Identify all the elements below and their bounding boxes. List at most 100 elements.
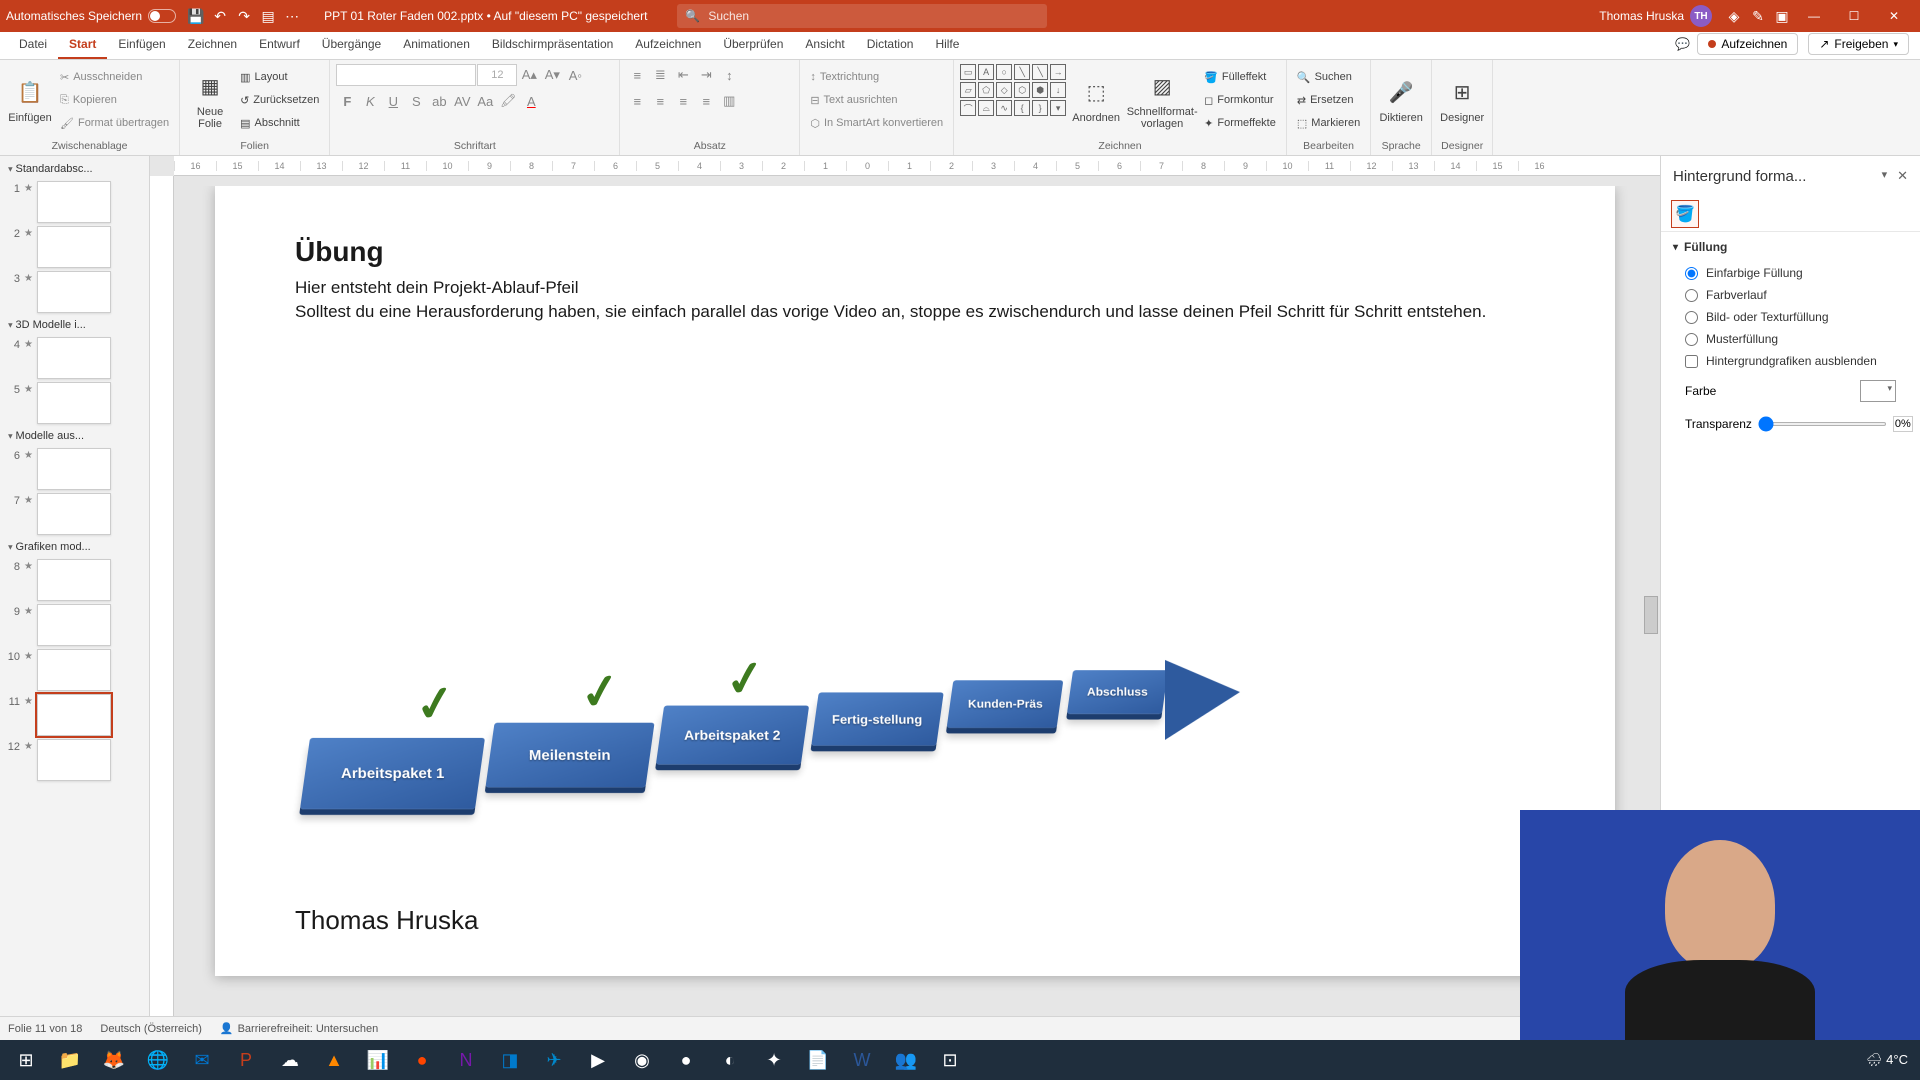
opt-hide-graphics[interactable]: Hintergrundgrafiken ausblenden [1661,350,1920,372]
language-status[interactable]: Deutsch (Österreich) [100,1023,201,1035]
vscode-icon[interactable]: ◨ [488,1040,532,1080]
app-icon[interactable]: 📄 [796,1040,840,1080]
quick-styles-button[interactable]: ▨Schnellformat-vorlagen [1126,64,1198,136]
fill-tab-icon[interactable]: 🪣 [1671,200,1699,228]
tab-einfuegen[interactable]: Einfügen [107,31,176,59]
section-header[interactable]: Grafiken mod... [2,538,147,556]
obs-icon[interactable]: ◉ [620,1040,664,1080]
justify-button[interactable]: ≡ [695,90,717,112]
record-button[interactable]: Aufzeichnen [1697,33,1798,55]
accessibility-status[interactable]: 👤Barrierefreiheit: Untersuchen [220,1022,378,1035]
color-picker[interactable] [1860,380,1896,402]
align-right-button[interactable]: ≡ [672,90,694,112]
bullets-button[interactable]: ≡ [626,64,648,86]
pane-close-icon[interactable]: ✕ [1897,168,1908,184]
case-button[interactable]: Aa [474,90,496,112]
arrange-button[interactable]: ⬚Anordnen [1068,64,1124,136]
present-icon[interactable]: ▤ [257,5,279,27]
maximize-button[interactable]: ☐ [1834,0,1874,32]
document-title[interactable]: PPT 01 Roter Faden 002.pptx • Auf "diese… [324,9,647,23]
pen-icon[interactable]: ✎ [1747,5,1769,27]
start-button[interactable]: ⊞ [4,1040,48,1080]
slide-canvas[interactable]: Übung Hier entsteht dein Projekt-Ablauf-… [215,186,1615,976]
shrink-font-icon[interactable]: A▾ [541,64,563,86]
thumb-11[interactable]: 11★ [6,694,143,736]
font-family-select[interactable] [336,64,476,86]
slide-title[interactable]: Übung [295,236,1535,268]
clear-format-icon[interactable]: A◦ [564,64,586,86]
bold-button[interactable]: F [336,90,358,112]
shape-fill-button[interactable]: 🪣Fülleffekt [1200,66,1280,88]
section-header[interactable]: 3D Modelle i... [2,316,147,334]
align-left-button[interactable]: ≡ [626,90,648,112]
app-icon[interactable]: ☁ [268,1040,312,1080]
italic-button[interactable]: K [359,90,381,112]
thumb-8[interactable]: 8★ [6,559,143,601]
shadow-button[interactable]: ab [428,90,450,112]
thumb-2[interactable]: 2★ [6,226,143,268]
paste-button[interactable]: 📋Einfügen [6,64,54,136]
toggle-switch[interactable] [148,9,176,23]
select-button[interactable]: ⬚Markieren [1293,112,1364,134]
tab-ueberpruefen[interactable]: Überprüfen [712,31,794,59]
new-slide-button[interactable]: ▦Neue Folie [186,64,234,136]
teams-icon[interactable]: 👥 [884,1040,928,1080]
scrollbar-vertical[interactable] [1644,596,1658,634]
autosave-toggle[interactable]: Automatisches Speichern [6,9,176,23]
vlc-icon[interactable]: ▲ [312,1040,356,1080]
weather-widget[interactable]: 🌧 4°C [1866,1052,1908,1068]
find-button[interactable]: 🔍Suchen [1293,66,1364,88]
section-header[interactable]: Standardabsc... [2,160,147,178]
app-icon[interactable]: 📊 [356,1040,400,1080]
line-spacing-button[interactable]: ↕ [718,64,740,86]
opt-pattern[interactable]: Musterfüllung [1661,328,1920,350]
slide-text-2[interactable]: Solltest du eine Herausforderung haben, … [295,300,1535,324]
slide-thumbnails[interactable]: Standardabsc... 1★ 2★ 3★ 3D Modelle i...… [0,156,150,1056]
outlook-icon[interactable]: ✉ [180,1040,224,1080]
thumb-6[interactable]: 6★ [6,448,143,490]
tab-animationen[interactable]: Animationen [392,31,481,59]
thumb-9[interactable]: 9★ [6,604,143,646]
tab-start[interactable]: Start [58,31,107,59]
slide-author[interactable]: Thomas Hruska [295,905,479,936]
redo-icon[interactable]: ↷ [233,5,255,27]
spacing-button[interactable]: AV [451,90,473,112]
shape-effects-button[interactable]: ✦Formeffekte [1200,112,1280,134]
undo-icon[interactable]: ↶ [209,5,231,27]
grow-font-icon[interactable]: A▴ [518,64,540,86]
diamond-icon[interactable]: ◈ [1723,5,1745,27]
app-icon[interactable]: ◐ [708,1040,752,1080]
section-button[interactable]: ▤Abschnitt [236,112,323,134]
telegram-icon[interactable]: ✈ [532,1040,576,1080]
shapes-gallery[interactable]: ▭A○╲╲→ ▱⬠◇⬡⬢↓ ⌒⌓∿{}▾ [960,64,1066,116]
numbering-button[interactable]: ≣ [649,64,671,86]
font-size-select[interactable]: 12 [477,64,517,86]
tab-hilfe[interactable]: Hilfe [924,31,970,59]
section-header[interactable]: Modelle aus... [2,427,147,445]
smartart-button[interactable]: ⬡In SmartArt konvertieren [806,112,947,134]
tab-aufzeichnen[interactable]: Aufzeichnen [624,31,712,59]
search-box[interactable]: 🔍 [677,4,1047,28]
app-icon[interactable]: ● [664,1040,708,1080]
fill-section-header[interactable]: Füllung [1661,232,1920,262]
search-input[interactable] [708,9,1039,23]
align-text-button[interactable]: ⊟Text ausrichten [806,89,947,111]
tab-dictation[interactable]: Dictation [856,31,925,59]
pane-options-icon[interactable]: ▾ [1882,168,1888,184]
reset-button[interactable]: ↺Zurücksetzen [236,89,323,111]
tab-entwurf[interactable]: Entwurf [248,31,311,59]
word-icon[interactable]: W [840,1040,884,1080]
slide-editor[interactable]: 1615141312111098765432101234567891011121… [150,156,1660,1056]
thumb-10[interactable]: 10★ [6,649,143,691]
comments-icon[interactable]: 💬 [1675,37,1690,51]
arrow-graphic[interactable]: Arbeitspaket 1 Meilenstein Arbeitspaket … [305,616,1205,856]
indent-left-button[interactable]: ⇤ [672,64,694,86]
app-icon[interactable]: ● [400,1040,444,1080]
shape-outline-button[interactable]: ◻Formkontur [1200,89,1280,111]
replace-button[interactable]: ⇄Ersetzen [1293,89,1364,111]
tab-zeichnen[interactable]: Zeichnen [177,31,248,59]
close-button[interactable]: ✕ [1874,0,1914,32]
user-account[interactable]: Thomas Hruska TH [1599,5,1712,27]
opt-solid-fill[interactable]: Einfarbige Füllung [1661,262,1920,284]
columns-button[interactable]: ▥ [718,90,740,112]
